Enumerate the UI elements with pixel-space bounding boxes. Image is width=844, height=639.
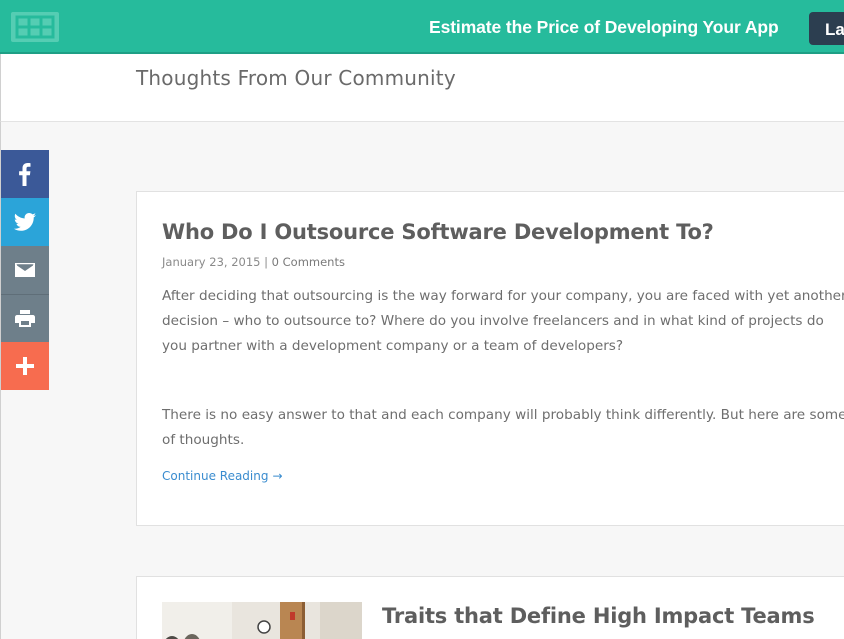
page-title: Thoughts From Our Community [136, 66, 456, 90]
arrow-right-icon: → [272, 469, 283, 483]
twitter-share-button[interactable] [1, 198, 49, 246]
post-card: Who Do I Outsource Software Development … [136, 191, 844, 526]
facebook-share-button[interactable] [1, 150, 49, 198]
page: Estimate the Price of Developing Your Ap… [0, 0, 844, 639]
continue-reading-link[interactable]: Continue Reading → [162, 469, 283, 483]
meta-separator: | [264, 255, 268, 269]
post-meta: January 23, 2015 | 0 Comments [162, 255, 345, 269]
post-excerpt-paragraph: After deciding that outsourcing is the w… [162, 288, 844, 354]
twitter-icon [14, 213, 36, 231]
banner-button[interactable]: La [809, 12, 844, 45]
banner-cta-text[interactable]: Estimate the Price of Developing Your Ap… [429, 17, 779, 38]
continue-reading-label: Continue Reading [162, 469, 269, 483]
print-share-button[interactable] [1, 294, 49, 342]
email-share-button[interactable] [1, 246, 49, 294]
printer-icon [15, 310, 35, 327]
post-date: January 23, 2015 [162, 255, 261, 269]
comments-link[interactable]: 0 Comments [272, 255, 345, 269]
top-banner: Estimate the Price of Developing Your Ap… [0, 0, 844, 54]
post-title[interactable]: Who Do I Outsource Software Development … [162, 220, 714, 244]
post-card: Traits that Define High Impact Teams [136, 576, 844, 639]
facebook-icon [19, 163, 31, 186]
mail-icon [15, 263, 35, 277]
share-sidebar [1, 150, 49, 390]
post-title[interactable]: Traits that Define High Impact Teams [382, 604, 815, 628]
more-share-button[interactable] [1, 342, 49, 390]
logo-icon[interactable] [11, 12, 59, 42]
plus-icon [16, 357, 34, 375]
post-excerpt-paragraph: There is no easy answer to that and each… [162, 407, 844, 448]
post-thumbnail[interactable] [162, 602, 362, 639]
